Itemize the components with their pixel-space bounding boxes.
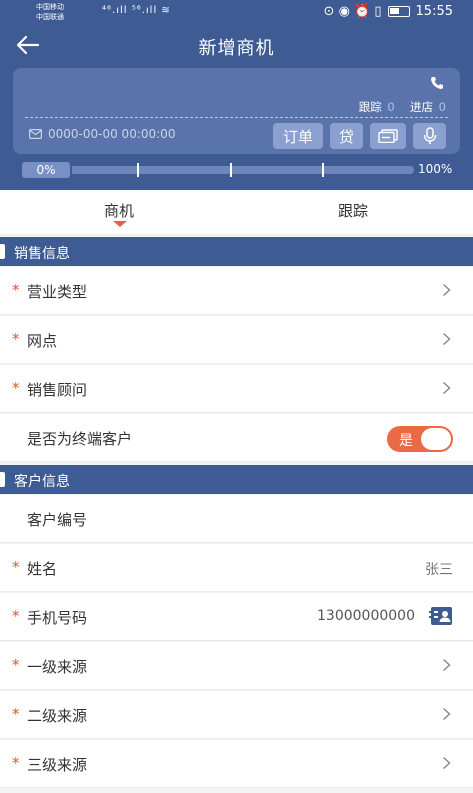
status-right: ⊙ ◉ ⏰ ▯ 15:55 <box>324 4 453 19</box>
required-mark: * <box>12 607 20 625</box>
row-phone[interactable]: * 手机号码 13000000000 <box>0 593 473 641</box>
row-end-customer: 是否为终端客户 是 <box>0 414 473 462</box>
chevron-right-icon <box>443 756 451 770</box>
tab-bar: 商机 跟踪 <box>0 190 473 234</box>
required-mark: * <box>12 281 20 299</box>
battery-icon <box>387 6 410 17</box>
required-mark: * <box>12 754 20 772</box>
contacts-icon[interactable] <box>429 606 453 626</box>
follow-label: 跟踪 <box>358 100 382 114</box>
card-stack-icon <box>378 129 398 143</box>
row-label: 三级来源 <box>27 756 88 774</box>
visit-count: 0 <box>438 100 446 114</box>
required-mark: * <box>12 558 20 576</box>
chevron-right-icon <box>443 381 451 395</box>
chevron-right-icon <box>443 707 451 721</box>
chevron-right-icon <box>443 658 451 672</box>
required-mark: * <box>12 379 20 397</box>
loan-button[interactable]: 贷 <box>330 123 363 149</box>
chevron-right-icon <box>443 283 451 297</box>
signal-icons: ⁴⁶.ıll ⁵⁶.ıll ≋ <box>102 5 171 16</box>
row-business-type[interactable]: * 营业类型 <box>0 267 473 315</box>
row-label: 客户编号 <box>27 511 88 529</box>
header: 中国移动 中国联通 ⁴⁶.ıll ⁵⁶.ıll ≋ ⊙ ◉ ⏰ ▯ 15:55 … <box>0 0 473 190</box>
row-label: 销售顾问 <box>27 381 88 399</box>
mail-icon <box>29 129 42 139</box>
progress-end-label: 100% <box>418 162 453 176</box>
row-label: 网点 <box>27 332 58 350</box>
toggle-knob <box>421 428 451 450</box>
progress-tick <box>230 163 232 177</box>
row-label: 一级来源 <box>27 658 88 676</box>
card-button[interactable] <box>370 123 406 149</box>
clock: 15:55 <box>415 4 453 19</box>
status-bar: 中国移动 中国联通 ⁴⁶.ıll ⁵⁶.ıll ≋ ⊙ ◉ ⏰ ▯ 15:55 <box>0 0 473 24</box>
required-mark: * <box>12 330 20 348</box>
toggle-label: 是 <box>399 433 413 449</box>
row-label: 姓名 <box>27 560 58 578</box>
progress-tick <box>137 163 139 177</box>
section-title: 销售信息 <box>14 246 70 262</box>
summary-card: 跟踪 0 进店 0 0000-00-00 00:00:00 订单 贷 <box>13 68 460 154</box>
row-sales-consultant[interactable]: * 销售顾问 <box>0 365 473 413</box>
row-name[interactable]: * 姓名 张三 <box>0 544 473 592</box>
section-title: 客户信息 <box>14 474 70 490</box>
microphone-icon <box>423 127 436 144</box>
visit-label: 进店 <box>410 100 434 114</box>
page-title: 新增商机 <box>198 38 275 59</box>
row-source-level-3[interactable]: * 三级来源 <box>0 740 473 788</box>
carrier-info: 中国移动 中国联通 <box>36 2 64 22</box>
required-mark: * <box>12 656 20 674</box>
progress-start-label: 0% <box>22 162 70 178</box>
progress-tick <box>322 163 324 177</box>
row-customer-number[interactable]: 客户编号 <box>0 495 473 543</box>
section-sales-info: 销售信息 <box>0 237 473 266</box>
tab-business[interactable]: 商机 <box>104 200 134 221</box>
status-icons: ⊙ ◉ ⏰ ▯ <box>323 4 382 19</box>
carrier-2: 中国联通 <box>36 13 64 21</box>
end-customer-toggle[interactable]: 是 <box>387 426 453 452</box>
active-tab-indicator <box>113 221 127 227</box>
tab-follow[interactable]: 跟踪 <box>338 200 368 221</box>
chevron-right-icon <box>443 332 451 346</box>
section-marker <box>0 472 5 487</box>
stats: 跟踪 0 进店 0 <box>359 99 446 115</box>
row-source-level-1[interactable]: * 一级来源 <box>0 642 473 690</box>
required-mark: * <box>12 705 20 723</box>
follow-count: 0 <box>387 100 395 114</box>
order-button[interactable]: 订单 <box>273 123 323 149</box>
section-customer-info: 客户信息 <box>0 465 473 494</box>
name-value: 张三 <box>425 562 453 578</box>
row-label: 营业类型 <box>27 283 88 301</box>
datetime: 0000-00-00 00:00:00 <box>48 127 176 141</box>
divider <box>25 117 448 118</box>
phone-icon[interactable] <box>430 76 444 90</box>
row-label: 手机号码 <box>27 609 88 627</box>
row-label: 二级来源 <box>27 707 88 725</box>
phone-value: 13000000000 <box>317 608 415 624</box>
row-outlet[interactable]: * 网点 <box>0 316 473 364</box>
row-source-level-2[interactable]: * 二级来源 <box>0 691 473 739</box>
carrier-1: 中国移动 <box>36 3 64 11</box>
voice-button[interactable] <box>413 123 446 149</box>
progress-bar <box>72 166 414 174</box>
row-label: 是否为终端客户 <box>27 430 133 448</box>
section-marker <box>0 244 5 259</box>
